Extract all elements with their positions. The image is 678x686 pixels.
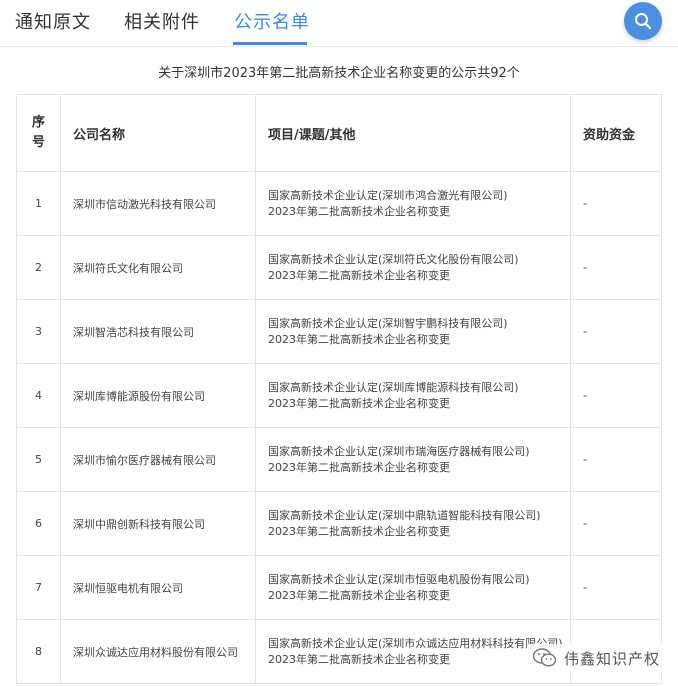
table-row: 3 深圳智浩芯科技有限公司 国家高新技术企业认定(深圳智宇鹏科技有限公司) 202…: [16, 299, 662, 364]
cell-company: 深圳库博能源股份有限公司: [60, 363, 256, 428]
tab-attachments[interactable]: 相关附件: [124, 8, 200, 34]
tab-public-list[interactable]: 公示名单: [234, 8, 310, 34]
cell-company: 深圳众诚达应用材料股份有限公司: [60, 619, 256, 684]
cell-company: 深圳市愉尔医疗器械有限公司: [60, 427, 256, 492]
cell-no: 5: [16, 427, 61, 492]
tab-notice-original[interactable]: 通知原文: [15, 8, 91, 34]
active-tab-indicator: [233, 42, 307, 45]
table-row: 4 深圳库博能源股份有限公司 国家高新技术企业认定(深圳库博能源科技有限公司) 2…: [16, 363, 662, 428]
cell-no: 7: [16, 555, 61, 620]
table-row: 6 深圳中鼎创新科技有限公司 国家高新技术企业认定(深圳中鼎轨道智能科技有限公司…: [16, 491, 662, 556]
cell-project: 国家高新技术企业认定(深圳智宇鹏科技有限公司) 2023年第二批高新技术企业名称变…: [255, 299, 571, 364]
cell-project: 国家高新技术企业认定(深圳市鸿合激光有限公司) 2023年第二批高新技术企业名称变…: [255, 171, 571, 236]
cell-company: 深圳市信动激光科技有限公司: [60, 171, 256, 236]
header-funding: 资助资金: [570, 94, 662, 172]
table-row: 7 深圳恒驱电机有限公司 国家高新技术企业认定(深圳市恒驱电机股份有限公司) 20…: [16, 555, 662, 620]
wechat-icon: [532, 648, 557, 667]
header-company: 公司名称: [60, 94, 256, 172]
watermark-text: 伟鑫知识产权: [564, 649, 661, 668]
list-summary: 关于深圳市2023年第二批高新技术企业名称变更的公示共92个: [158, 66, 520, 81]
table-header-row: 序号 公司名称 项目/课题/其他 资助资金: [16, 94, 662, 172]
cell-company: 深圳中鼎创新科技有限公司: [60, 491, 256, 556]
cell-funding: -: [570, 171, 662, 236]
cell-no: 8: [16, 619, 61, 684]
cell-project: 国家高新技术企业认定(深圳市众诚达应用材料科技有限公司) 2023年第二批高新技术…: [255, 619, 571, 684]
cell-funding: -: [570, 299, 662, 364]
search-icon: [635, 13, 652, 30]
table-row: 2 深圳符氏文化有限公司 国家高新技术企业认定(深圳符氏文化股份有限公司) 202…: [16, 235, 662, 300]
watermark: 伟鑫知识产权: [528, 644, 671, 672]
search-button[interactable]: [624, 2, 662, 40]
cell-funding: -: [570, 491, 662, 556]
cell-project: 国家高新技术企业认定(深圳库博能源科技有限公司) 2023年第二批高新技术企业名称…: [255, 363, 571, 428]
cell-funding: -: [570, 427, 662, 492]
cell-project: 国家高新技术企业认定(深圳符氏文化股份有限公司) 2023年第二批高新技术企业名称…: [255, 235, 571, 300]
cell-no: 4: [16, 363, 61, 428]
cell-project: 国家高新技术企业认定(深圳中鼎轨道智能科技有限公司) 2023年第二批高新技术企业…: [255, 491, 571, 556]
cell-company: 深圳智浩芯科技有限公司: [60, 299, 256, 364]
cell-project: 国家高新技术企业认定(深圳市恒驱电机股份有限公司) 2023年第二批高新技术企业名…: [255, 555, 571, 620]
table-row: 1 深圳市信动激光科技有限公司 国家高新技术企业认定(深圳市鸿合激光有限公司) 2…: [16, 171, 662, 236]
table-row: 5 深圳市愉尔医疗器械有限公司 国家高新技术企业认定(深圳市瑞海医疗器械有限公司…: [16, 427, 662, 492]
cell-no: 6: [16, 491, 61, 556]
cell-funding: -: [570, 363, 662, 428]
cell-company: 深圳符氏文化有限公司: [60, 235, 256, 300]
company-table: 序号 公司名称 项目/课题/其他 资助资金 1 深圳市信动激光科技有限公司 国家…: [16, 94, 662, 684]
cell-funding: -: [570, 555, 662, 620]
cell-company: 深圳恒驱电机有限公司: [60, 555, 256, 620]
cell-no: 1: [16, 171, 61, 236]
cell-no: 2: [16, 235, 61, 300]
cell-funding: -: [570, 235, 662, 300]
cell-project: 国家高新技术企业认定(深圳市瑞海医疗器械有限公司) 2023年第二批高新技术企业名…: [255, 427, 571, 492]
header-no: 序号: [16, 94, 61, 172]
tab-bar: 通知原文 相关附件 公示名单: [0, 0, 678, 47]
cell-no: 3: [16, 299, 61, 364]
header-project: 项目/课题/其他: [255, 94, 571, 172]
